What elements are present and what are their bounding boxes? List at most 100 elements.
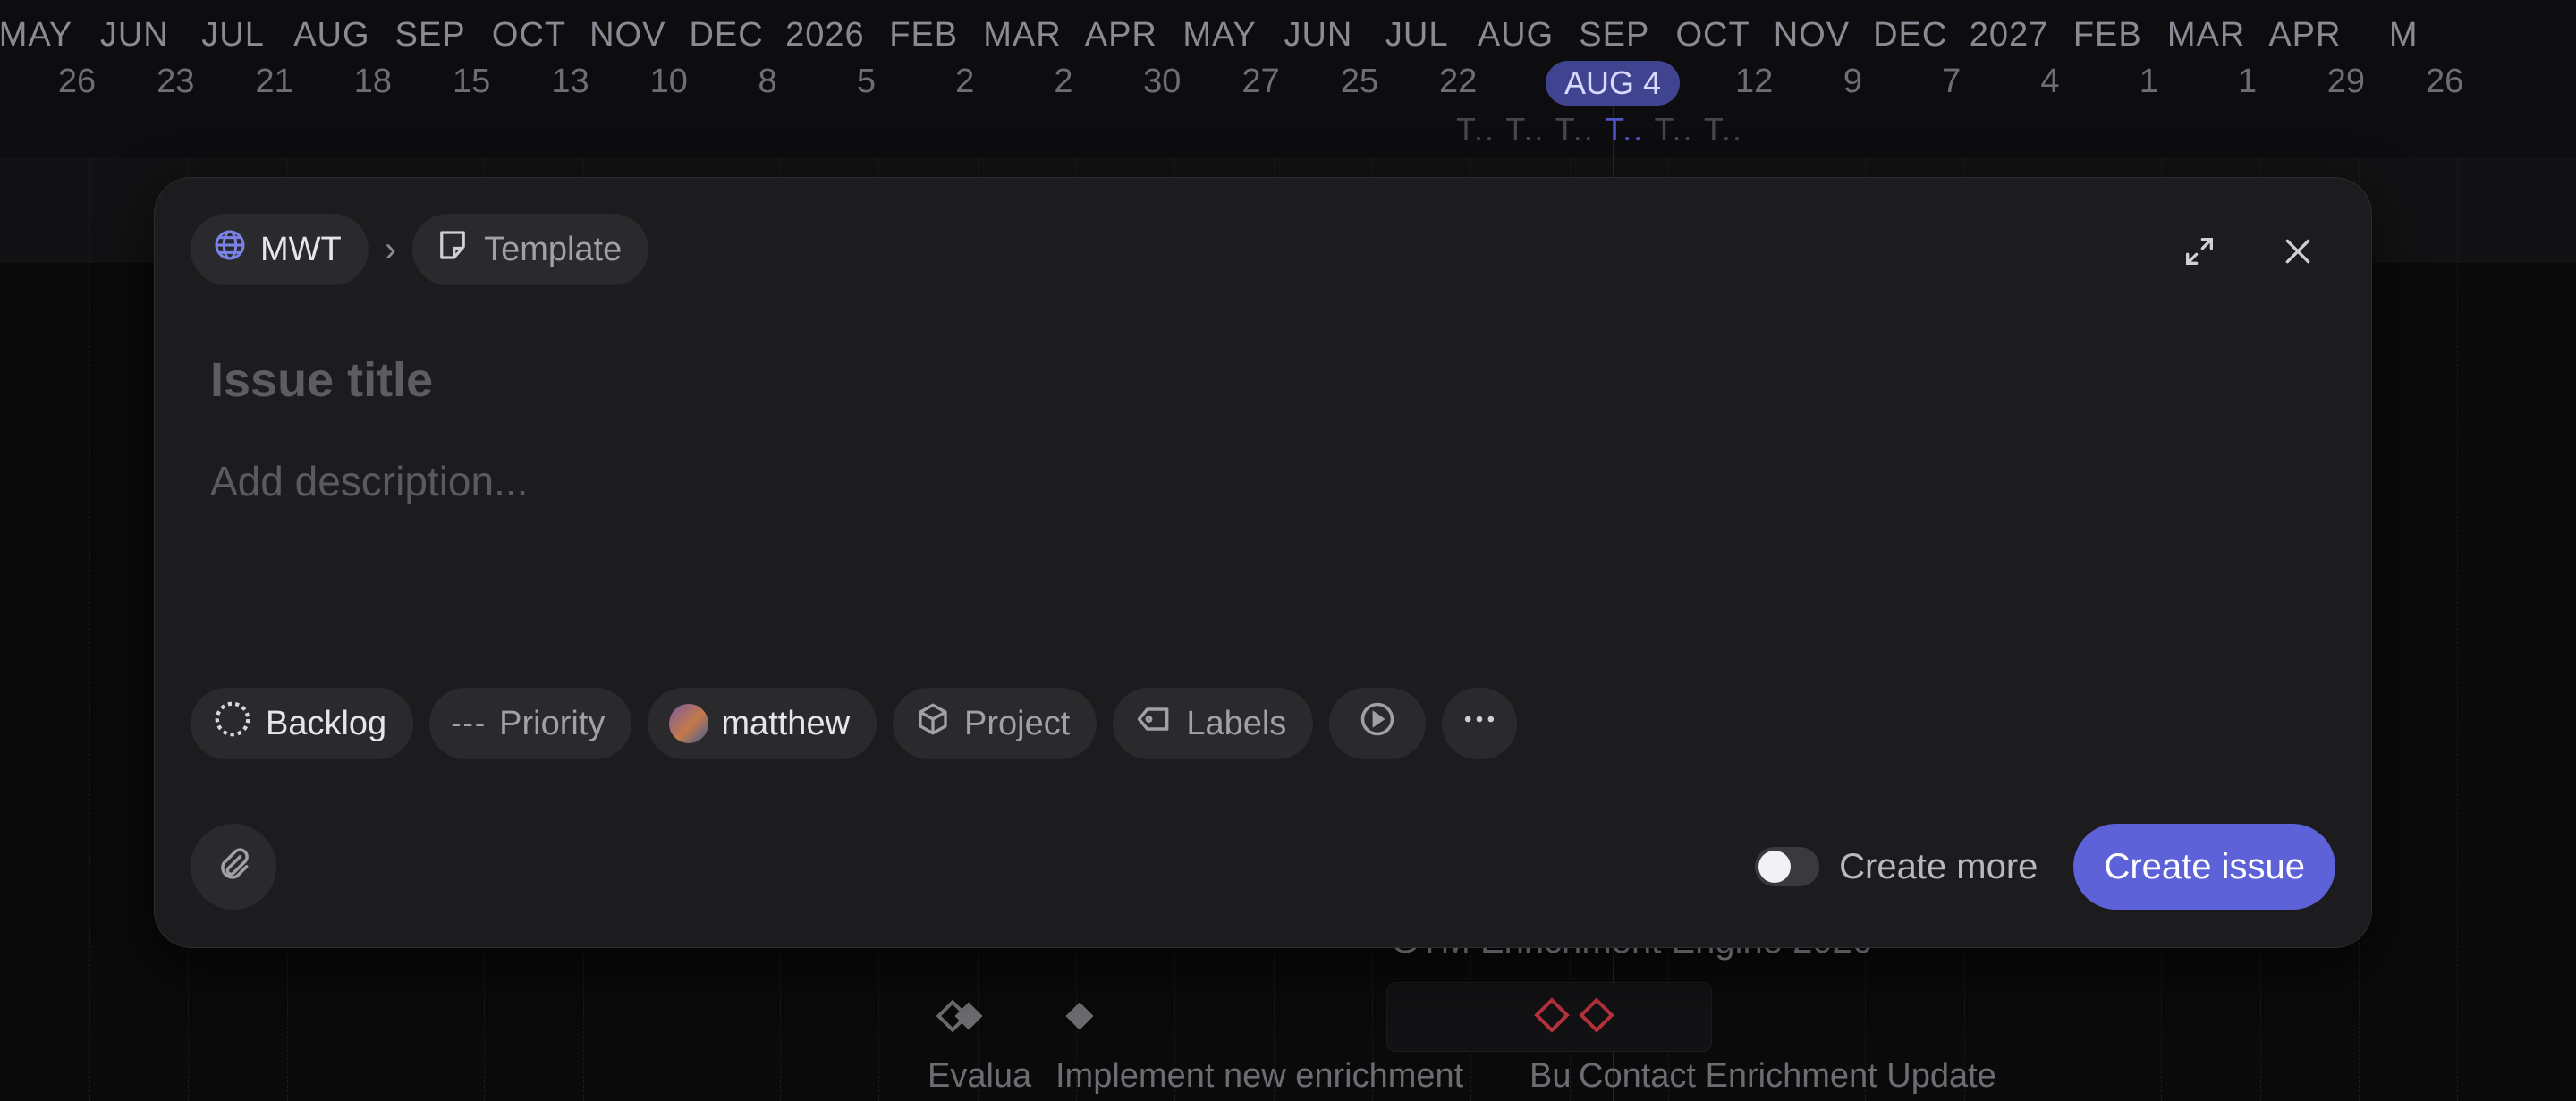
timeline-month-label: FEB (889, 16, 959, 54)
create-more-label: Create more (1839, 846, 2038, 886)
milestone-label[interactable]: Bu (1530, 1057, 1571, 1096)
chevron-right-icon: › (384, 229, 397, 269)
timeline-day-label: 15 (453, 63, 491, 100)
timeline-month-label: JUN (1284, 16, 1353, 54)
milestone-label[interactable]: Implement new enrichment (1055, 1057, 1463, 1096)
timeline-day-label: 26 (57, 63, 97, 100)
toggle-knob (1758, 851, 1792, 883)
status-button[interactable]: Backlog (191, 688, 414, 759)
timeline-day-label: 4 (2040, 63, 2060, 100)
project-button[interactable]: Project (893, 688, 1097, 759)
issue-title-input[interactable] (208, 348, 2269, 412)
backlog-status-icon (212, 699, 253, 749)
modal-footer-left (191, 824, 276, 910)
attachment-button[interactable] (191, 824, 276, 910)
labels-button[interactable]: Labels (1113, 688, 1314, 759)
expand-button[interactable] (2176, 230, 2223, 276)
marker[interactable]: T.. (1704, 111, 1743, 148)
status-label: Backlog (266, 704, 387, 742)
expand-icon (2182, 233, 2217, 274)
timeline-month-label: JUN (99, 16, 169, 54)
timeline-day-label: 2 (955, 63, 975, 100)
milestone-bar[interactable] (1386, 982, 1712, 1052)
issue-description-input[interactable] (208, 455, 2269, 602)
project-label: Project (964, 704, 1071, 742)
timeline-day-label: 5 (856, 63, 876, 100)
avatar (669, 704, 709, 743)
timeline-month-label: APR (2268, 16, 2342, 54)
timeline-day-label: 10 (649, 63, 688, 100)
timeline-month-label: OCT (491, 16, 567, 54)
timeline-month-label: NOV (1773, 16, 1851, 54)
close-button[interactable] (2275, 230, 2321, 276)
timeline-month-label: OCT (1675, 16, 1750, 54)
close-icon (2280, 233, 2316, 274)
cycle-button[interactable] (1329, 688, 1427, 759)
marker[interactable]: T.. (1505, 111, 1545, 148)
issue-properties-bar: Backlog --- Priority matthew Project Lab… (191, 688, 1518, 759)
marker[interactable]: T.. (1605, 111, 1644, 148)
more-icon (1460, 699, 1499, 748)
today-indicator[interactable]: AUG 4 (1546, 61, 1680, 106)
timeline-month-label: APR (1084, 16, 1157, 54)
modal-footer-right: Create more Create issue (1755, 824, 2335, 910)
timeline-month-label: M (2388, 16, 2419, 54)
template-label: Template (484, 230, 623, 268)
modal-header-actions (2176, 230, 2321, 276)
timeline-day-label: 8 (758, 63, 777, 100)
milestone-diamond-icon[interactable] (1579, 997, 1614, 1033)
create-more-toggle[interactable] (1755, 847, 1820, 886)
milestone-diamond-icon[interactable] (1065, 1002, 1094, 1030)
timeline-markers: T.. T.. T.. T.. T.. T.. (1456, 111, 1743, 148)
timeline-day-label: 2 (1054, 63, 1073, 100)
timeline-day-label: 18 (353, 63, 393, 100)
labels-label: Labels (1186, 704, 1287, 742)
timeline-month-label: AUG (293, 16, 370, 54)
timeline-month-label: NOV (589, 16, 666, 54)
timeline-month-label: DEC (689, 16, 764, 54)
timeline-month-label: FEB (2072, 16, 2142, 54)
globe-icon (212, 227, 248, 272)
timeline-month-label: SEP (394, 16, 466, 54)
timeline-month-label: MAR (983, 16, 1062, 54)
template-selector[interactable]: Template (412, 214, 649, 285)
project-icon (914, 700, 952, 747)
labels-icon (1134, 699, 1174, 748)
create-issue-modal: MWT › Template Issue title Add descripti… (154, 177, 2372, 948)
timeline-month-label: DEC (1873, 16, 1948, 54)
timeline-gridline (89, 157, 90, 1101)
assignee-label: matthew (721, 704, 851, 742)
timeline-month-label: MAR (2166, 16, 2246, 54)
create-issue-button[interactable]: Create issue (2073, 824, 2335, 910)
timeline-day-label: 22 (1439, 63, 1478, 100)
timeline-month-label: 2026 (785, 16, 865, 54)
timeline-day-label: 1 (2238, 63, 2258, 100)
timeline-month-label: SEP (1579, 16, 1650, 54)
breadcrumb: MWT › Template (191, 214, 649, 285)
timeline-month-label: MAY (0, 16, 73, 54)
milestone-label[interactable]: Contact Enrichment Update (1579, 1057, 1996, 1096)
timeline-day-label: 26 (2426, 63, 2464, 100)
timeline-day-label: 23 (157, 63, 195, 100)
marker[interactable]: T.. (1555, 111, 1595, 148)
timeline-month-label: AUG (1477, 16, 1555, 54)
attachment-icon (214, 845, 253, 889)
priority-icon: --- (451, 706, 487, 741)
assignee-button[interactable]: matthew (648, 688, 877, 759)
timeline-day-label: 29 (2326, 63, 2366, 100)
timeline-month-label: MAY (1182, 16, 1257, 54)
create-more-toggle-group: Create more (1755, 847, 2038, 887)
milestone-label[interactable]: Evalua (928, 1057, 1031, 1096)
template-icon (434, 226, 471, 273)
timeline-day-label: 30 (1143, 63, 1182, 100)
more-button[interactable] (1442, 688, 1518, 759)
timeline-day-label: 13 (551, 63, 589, 100)
timeline-day-label: 1 (2139, 63, 2158, 100)
timeline-month-label: JUL (1385, 16, 1449, 54)
timeline-day-label: 9 (1843, 63, 1862, 100)
marker[interactable]: T.. (1456, 111, 1496, 148)
team-selector[interactable]: MWT (191, 214, 369, 285)
priority-button[interactable]: --- Priority (429, 688, 632, 759)
milestone-diamond-icon[interactable] (1534, 997, 1570, 1033)
marker[interactable]: T.. (1655, 111, 1694, 148)
